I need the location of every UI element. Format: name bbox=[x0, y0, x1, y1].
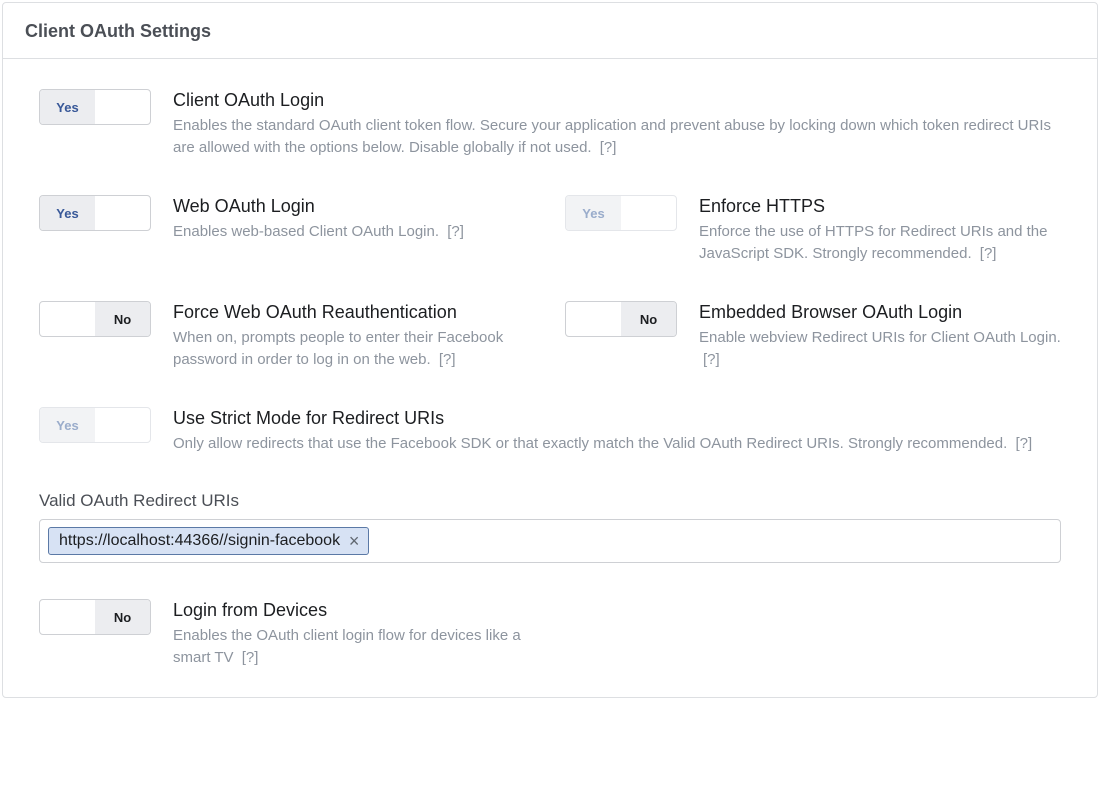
toggle-yes: Yes bbox=[566, 196, 621, 230]
setting-title: Login from Devices bbox=[173, 599, 550, 621]
uri-token[interactable]: https://localhost:44366//signin-facebook… bbox=[48, 527, 369, 555]
toggle-no bbox=[95, 196, 150, 230]
uri-token-text: https://localhost:44366//signin-facebook bbox=[59, 532, 340, 550]
toggle-client-oauth-login[interactable]: Yes bbox=[39, 89, 151, 125]
setting-row-client-oauth-login: Yes Client OAuth Login Enables the stand… bbox=[39, 89, 1061, 159]
setting-row-web-https: Yes Web OAuth Login Enables web-based Cl… bbox=[39, 195, 1061, 265]
help-icon[interactable]: [?] bbox=[980, 245, 997, 262]
toggle-no bbox=[621, 196, 676, 230]
setting-desc: Enables web-based Client OAuth Login. [?… bbox=[173, 221, 535, 243]
toggle-embedded-browser[interactable]: No bbox=[565, 301, 677, 337]
oauth-settings-card: Client OAuth Settings Yes Client OAuth L… bbox=[2, 2, 1098, 698]
toggle-yes bbox=[40, 600, 95, 634]
setting-title: Web OAuth Login bbox=[173, 195, 535, 217]
redirect-uris-text-input[interactable] bbox=[369, 528, 1052, 554]
setting-row-strict-mode: Yes Use Strict Mode for Redirect URIs On… bbox=[39, 407, 1061, 455]
redirect-uris-label: Valid OAuth Redirect URIs bbox=[39, 491, 1061, 511]
setting-desc: Enable webview Redirect URIs for Client … bbox=[699, 327, 1061, 371]
toggle-yes: Yes bbox=[40, 90, 95, 124]
setting-title: Force Web OAuth Reauthentication bbox=[173, 301, 535, 323]
page-title: Client OAuth Settings bbox=[25, 21, 1075, 42]
toggle-yes: Yes bbox=[40, 408, 95, 442]
setting-desc: When on, prompts people to enter their F… bbox=[173, 327, 535, 371]
setting-desc: Enables the standard OAuth client token … bbox=[173, 115, 1061, 159]
toggle-no: No bbox=[95, 302, 150, 336]
close-icon[interactable]: × bbox=[346, 533, 362, 549]
help-icon[interactable]: [?] bbox=[600, 139, 617, 156]
toggle-no: No bbox=[621, 302, 676, 336]
toggle-enforce-https[interactable]: Yes bbox=[565, 195, 677, 231]
toggle-yes bbox=[566, 302, 621, 336]
setting-row-reauth-embedded: No Force Web OAuth Reauthentication When… bbox=[39, 301, 1061, 371]
help-icon[interactable]: [?] bbox=[1015, 435, 1032, 452]
redirect-uris-input[interactable]: https://localhost:44366//signin-facebook… bbox=[39, 519, 1061, 563]
toggle-yes: Yes bbox=[40, 196, 95, 230]
setting-title: Client OAuth Login bbox=[173, 89, 1061, 111]
toggle-yes bbox=[40, 302, 95, 336]
setting-title: Enforce HTTPS bbox=[699, 195, 1061, 217]
help-icon[interactable]: [?] bbox=[439, 351, 456, 368]
setting-title: Embedded Browser OAuth Login bbox=[699, 301, 1061, 323]
toggle-no bbox=[95, 90, 150, 124]
toggle-strict-mode[interactable]: Yes bbox=[39, 407, 151, 443]
help-icon[interactable]: [?] bbox=[242, 649, 259, 666]
setting-desc: Enforce the use of HTTPS for Redirect UR… bbox=[699, 221, 1061, 265]
toggle-no: No bbox=[95, 600, 150, 634]
setting-desc: Only allow redirects that use the Facebo… bbox=[173, 433, 1061, 455]
card-header: Client OAuth Settings bbox=[3, 3, 1097, 59]
toggle-no bbox=[95, 408, 150, 442]
toggle-login-devices[interactable]: No bbox=[39, 599, 151, 635]
toggle-force-reauth[interactable]: No bbox=[39, 301, 151, 337]
setting-row-login-devices: No Login from Devices Enables the OAuth … bbox=[39, 599, 1061, 669]
card-body: Yes Client OAuth Login Enables the stand… bbox=[3, 59, 1097, 697]
help-icon[interactable]: [?] bbox=[447, 223, 464, 240]
setting-desc: Enables the OAuth client login flow for … bbox=[173, 625, 550, 669]
toggle-web-oauth-login[interactable]: Yes bbox=[39, 195, 151, 231]
help-icon[interactable]: [?] bbox=[703, 351, 720, 368]
setting-title: Use Strict Mode for Redirect URIs bbox=[173, 407, 1061, 429]
